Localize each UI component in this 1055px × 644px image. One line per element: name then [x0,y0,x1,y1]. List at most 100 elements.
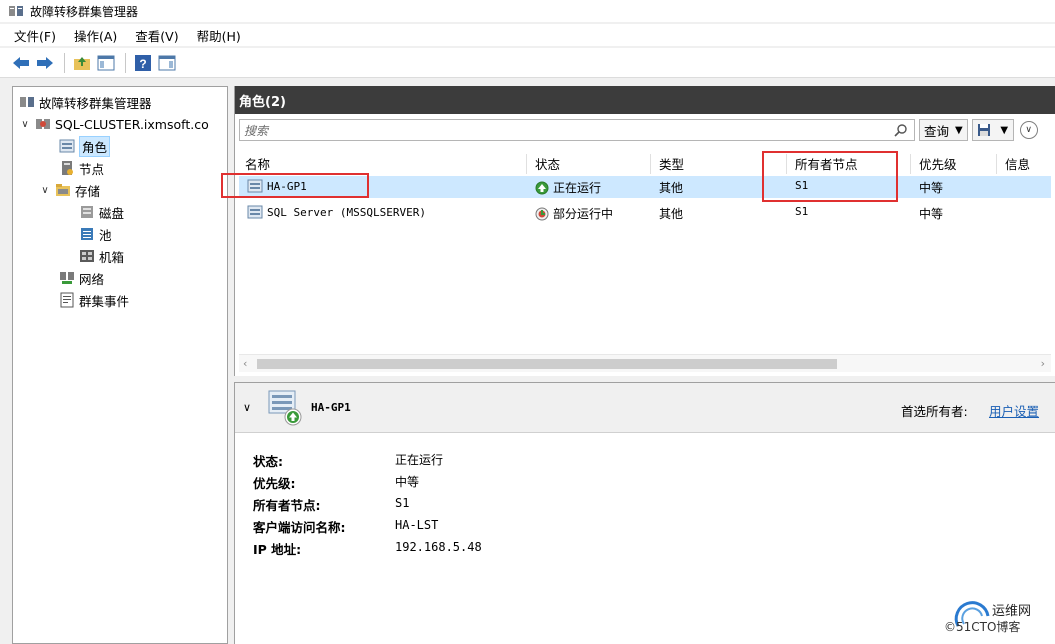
tree-item-disks[interactable]: 磁盘 [79,201,124,223]
tree-item-roles[interactable]: 角色 [59,135,111,157]
role-priority: 中等 [919,181,944,195]
search-input[interactable]: 搜索 [239,119,915,141]
tree-item-enclosures[interactable]: 机箱 [79,245,124,267]
menu-file[interactable]: 文件(F) [14,26,56,45]
collapse-icon[interactable]: ∨ [243,401,251,414]
scroll-left-icon[interactable]: ‹ [243,357,247,370]
cluster-manager-icon [20,97,34,107]
events-icon [60,292,74,308]
tree-item-label: 磁盘 [99,205,125,221]
prop-label-client-access-name: 客户端访问名称: [253,520,346,535]
back-arrow-icon [13,56,29,69]
horizontal-scrollbar[interactable]: ‹ › [239,354,1051,372]
role-name: SQL Server (MSSQLSERVER) [267,205,426,219]
prop-value-ip: 192.168.5.48 [395,540,482,554]
table-row[interactable]: SQL Server (MSSQLSERVER) 部分运行中 其他 S1 中等 [239,202,1051,224]
tree-item-label: 角色 [79,135,111,157]
window-title: 故障转移群集管理器 [30,4,139,19]
save-icon [978,124,991,136]
show-hide-action-pane-button[interactable] [156,52,178,74]
help-button[interactable]: ? [132,52,154,74]
menu-view[interactable]: 查看(V) [135,26,178,45]
search-bar: 搜索 查询 ▼ ▼ ∨ [239,118,1049,142]
tree-item-events[interactable]: 群集事件 [59,289,129,311]
tree-item-label: 故障转移群集管理器 [39,95,152,111]
scrollbar-thumb[interactable] [257,359,837,369]
preferred-owner-link[interactable]: 用户设置 [989,401,1039,420]
save-query-button[interactable]: ▼ [971,119,1014,141]
enclosure-icon [80,250,94,262]
query-button[interactable]: 查询 ▼ [919,119,968,141]
tree-item-root[interactable]: 故障转移群集管理器 [19,91,152,113]
tree-item-pools[interactable]: 池 [79,223,112,245]
up-folder-button[interactable] [71,52,93,74]
roles-header: 角色(2) [235,86,1055,114]
column-header-info[interactable]: 信息 [999,154,1051,174]
highlight-box-owner [762,151,898,202]
role-owner: S1 [795,205,809,218]
toolbar-separator [64,52,65,73]
show-hide-tree-button[interactable] [95,52,117,74]
highlight-box-name [221,173,369,198]
details-header: ∨ HA-GP1 首选所有者: 用户设置 [235,383,1055,433]
prop-value-status: 正在运行 [395,453,444,467]
preferred-owner-label: 首选所有者: [901,404,968,419]
dropdown-arrow-icon: ▼ [955,124,963,136]
grid-header: 名称 状态 类型 所有者节点 优先级 信息 [239,152,1051,174]
search-icon[interactable] [894,123,908,137]
search-placeholder: 搜索 [244,123,269,138]
toolbar: ? [0,48,1055,78]
console-tree: 故障转移群集管理器 ∨ SQL-CLUSTER.ixmsoft.co 角色 节点… [12,86,228,644]
tree-item-label: SQL-CLUSTER.ixmsoft.co [55,116,209,132]
watermark-text-top: 运维网 [992,604,1032,619]
tree-item-label: 池 [99,227,112,243]
watermark-text-bottom: ©51CTO博客 [944,620,1021,634]
tree-item-networks[interactable]: 网络 [59,267,104,289]
role-type: 其他 [659,181,684,195]
action-pane-icon [158,55,176,70]
console-tree-icon [97,55,115,70]
tree-item-cluster[interactable]: ∨ SQL-CLUSTER.ixmsoft.co [19,113,209,135]
running-status-icon [535,181,549,194]
cluster-icon [36,119,50,129]
prop-value-priority: 中等 [395,475,420,489]
tree-item-storage[interactable]: ∨ 存储 [39,179,100,201]
network-icon [60,272,74,284]
tree-item-label: 网络 [79,271,105,287]
forward-arrow-icon [37,56,53,69]
folder-up-icon [74,56,90,70]
column-header-name[interactable]: 名称 [239,154,527,174]
column-header-status[interactable]: 状态 [529,154,651,174]
prop-label-ip: IP 地址: [253,542,302,557]
tree-item-nodes[interactable]: 节点 [59,157,104,179]
tree-item-label: 存储 [75,183,101,199]
menu-action[interactable]: 操作(A) [74,26,117,45]
back-button[interactable] [10,52,32,74]
prop-label-priority: 优先级: [253,476,296,491]
partial-running-status-icon [535,207,549,220]
expand-options-button[interactable]: ∨ [1019,121,1038,139]
role-icon [247,205,263,219]
pool-icon [81,228,93,240]
tree-item-label: 群集事件 [79,293,130,309]
prop-value-owner: S1 [395,496,410,510]
tree-item-label: 机箱 [99,249,125,265]
tree-item-label: 节点 [79,161,105,177]
forward-button[interactable] [34,52,56,74]
cluster-manager-icon [9,6,23,16]
scroll-right-icon[interactable]: › [1041,357,1045,370]
help-icon: ? [135,54,151,71]
column-header-priority[interactable]: 优先级 [913,154,997,174]
chevron-down-icon: ∨ [1025,125,1033,135]
role-status: 部分运行中 [553,207,614,221]
roles-pane: 角色(2) 搜索 查询 ▼ ▼ ∨ 名称 状态 类型 所有者节点 优先级 信息 … [234,86,1055,376]
role-status: 正在运行 [553,181,602,195]
role-type: 其他 [659,207,684,221]
toolbar-separator [125,52,126,73]
nodes-icon [62,161,73,175]
dropdown-arrow-icon: ▼ [1000,124,1009,136]
menu-help[interactable]: 帮助(H) [197,26,241,45]
chevron-down-icon[interactable]: ∨ [39,185,51,196]
chevron-down-icon[interactable]: ∨ [19,119,31,130]
prop-label-status: 状态: [253,454,283,469]
